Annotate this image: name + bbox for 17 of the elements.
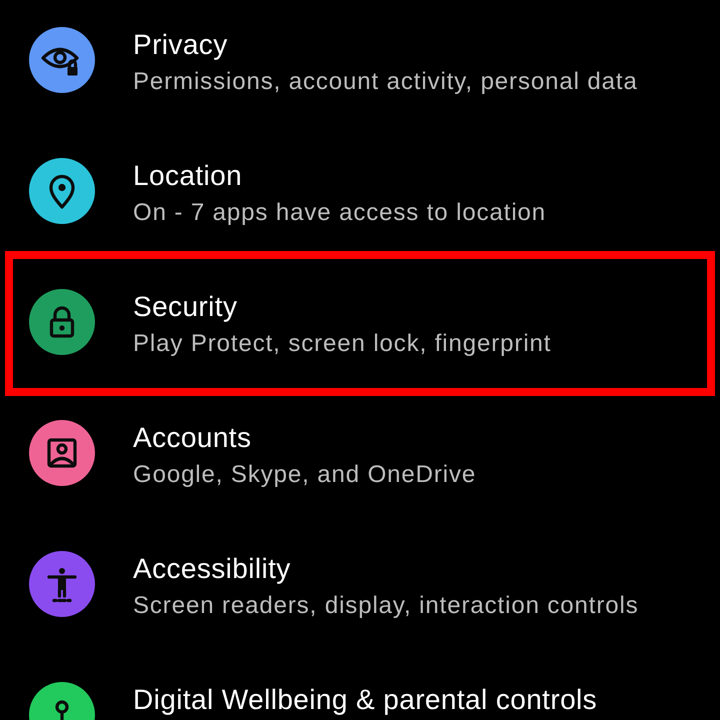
setting-title[interactable]: Accessibility	[133, 551, 639, 587]
setting-summary: Permissions, account activity, personal data	[133, 67, 638, 97]
padlock-icon	[29, 289, 95, 355]
setting-summary: On - 7 apps have access to location	[133, 198, 546, 228]
setting-summary: Play Protect, screen lock, fingerprint	[133, 329, 552, 359]
setting-summary: Screen readers, display, interaction controls	[133, 591, 639, 621]
setting-title[interactable]: Digital Wellbeing & parental controls	[133, 682, 598, 718]
accessibility-figure-icon	[29, 551, 95, 617]
ring-stem-icon	[29, 682, 95, 720]
setting-summary: Google, Skype, and OneDrive	[133, 460, 476, 490]
eye-lock-icon	[29, 27, 95, 93]
account-portrait-icon	[29, 420, 95, 486]
setting-title[interactable]: Privacy	[133, 27, 638, 63]
setting-title[interactable]: Accounts	[133, 420, 476, 456]
location-pin-icon	[29, 158, 95, 224]
setting-title[interactable]: Location	[133, 158, 546, 194]
setting-title[interactable]: Security	[133, 289, 552, 325]
